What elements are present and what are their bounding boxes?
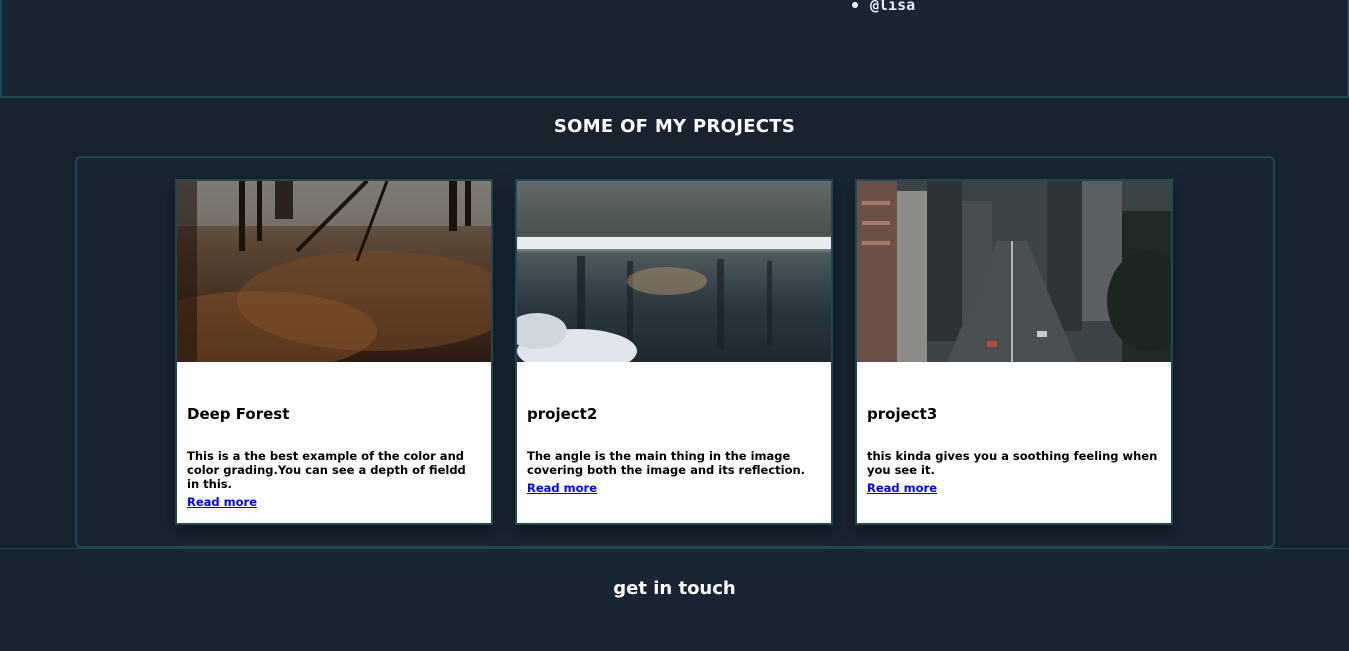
- project-description: The angle is the main thing in the image…: [527, 449, 806, 477]
- handle-item: @lisa: [852, 0, 915, 14]
- project-description: This is a the best example of the color …: [187, 449, 466, 491]
- project-title: project2: [527, 405, 598, 423]
- forest-photo: [177, 181, 491, 362]
- profile-section: [0, 0, 1349, 98]
- city-street-photo: [857, 181, 1171, 362]
- read-more-link[interactable]: Read more: [187, 495, 257, 509]
- project-card-project3: project3 this kinda gives you a soothing…: [855, 179, 1173, 525]
- read-more-link[interactable]: Read more: [527, 481, 597, 495]
- read-more-link[interactable]: Read more: [867, 481, 937, 495]
- lake-reflection-photo: [517, 181, 831, 362]
- projects-heading: SOME OF MY PROJECTS: [553, 116, 796, 137]
- project-card-project2: project2 The angle is the main thing in …: [515, 179, 833, 525]
- project-title: Deep Forest: [187, 405, 290, 423]
- contact-section: [0, 548, 1349, 651]
- handle-text: @lisa: [870, 0, 916, 14]
- bullet-icon: [852, 2, 858, 8]
- project-card-deep-forest: Deep Forest This is a the best example o…: [175, 179, 493, 525]
- contact-heading: get in touch: [613, 578, 736, 599]
- handle-list: @lisa: [852, 0, 915, 14]
- project-description: this kinda gives you a soothing feeling …: [867, 449, 1158, 477]
- project-title: project3: [867, 405, 938, 423]
